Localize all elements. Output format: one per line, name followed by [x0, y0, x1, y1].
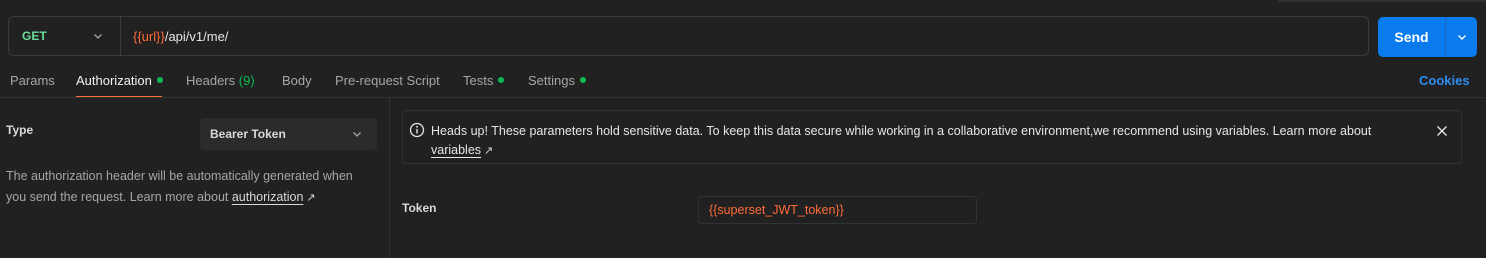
- token-input[interactable]: {{superset_JWT_token}}: [698, 196, 977, 224]
- tab-label: Params: [10, 73, 55, 88]
- tab-settings[interactable]: Settings: [528, 73, 586, 88]
- auth-description: The authorization header will be automat…: [6, 166, 376, 209]
- tab-body[interactable]: Body: [282, 73, 312, 88]
- auth-type-value: Bearer Token: [210, 127, 286, 141]
- url-variable: {{url}}: [133, 28, 165, 44]
- send-button[interactable]: Send: [1378, 17, 1477, 57]
- request-tabs: Params Authorization Headers (9) Body Pr…: [0, 62, 1486, 98]
- tab-label: Body: [282, 73, 312, 88]
- tab-label: Headers: [186, 73, 236, 88]
- close-icon[interactable]: [1435, 124, 1449, 138]
- notice-message: Heads up! These parameters hold sensitiv…: [431, 124, 1372, 138]
- cookies-link[interactable]: Cookies: [1419, 73, 1470, 88]
- notice-text: Heads up! These parameters hold sensitiv…: [431, 122, 1421, 161]
- tab-label: Settings: [528, 73, 575, 88]
- variables-link[interactable]: variables: [431, 143, 481, 157]
- auth-type-select[interactable]: Bearer Token: [200, 118, 377, 150]
- send-options-button[interactable]: [1446, 31, 1477, 43]
- top-edge-bar: [1278, 0, 1486, 2]
- status-dot: [498, 77, 505, 83]
- tab-authorization[interactable]: Authorization: [76, 73, 163, 88]
- method-select[interactable]: GET: [9, 17, 121, 55]
- tab-headers[interactable]: Headers (9): [186, 73, 255, 88]
- method-label: GET: [22, 29, 47, 43]
- send-label: Send: [1394, 29, 1429, 45]
- authorization-link[interactable]: authorization: [232, 190, 304, 204]
- sensitive-data-notice: Heads up! These parameters hold sensitiv…: [402, 110, 1462, 164]
- tab-pre-request-script[interactable]: Pre-request Script: [335, 73, 440, 88]
- token-label: Token: [402, 201, 437, 215]
- tab-tests[interactable]: Tests: [463, 73, 505, 88]
- auth-type-panel: Type Bearer Token The authorization head…: [0, 98, 390, 258]
- tab-label: Authorization: [76, 73, 152, 88]
- tab-label: Pre-request Script: [335, 73, 440, 88]
- headers-count: (9): [238, 73, 255, 88]
- external-link-icon: ↗: [484, 145, 494, 157]
- external-link-icon: ↗: [306, 192, 316, 204]
- info-icon: [409, 122, 425, 138]
- status-dot: [156, 77, 163, 83]
- url-input[interactable]: {{url}}/api/v1/me/: [121, 29, 228, 44]
- chevron-down-icon: [94, 34, 102, 39]
- tab-params[interactable]: Params: [10, 73, 55, 88]
- type-label: Type: [6, 123, 34, 137]
- url-bar: GET {{url}}/api/v1/me/: [8, 16, 1369, 56]
- chevron-down-icon: [1457, 35, 1466, 40]
- status-dot: [579, 77, 586, 83]
- url-path: /api/v1/me/: [164, 28, 229, 44]
- chevron-down-icon: [353, 132, 361, 137]
- tab-label: Tests: [463, 73, 494, 88]
